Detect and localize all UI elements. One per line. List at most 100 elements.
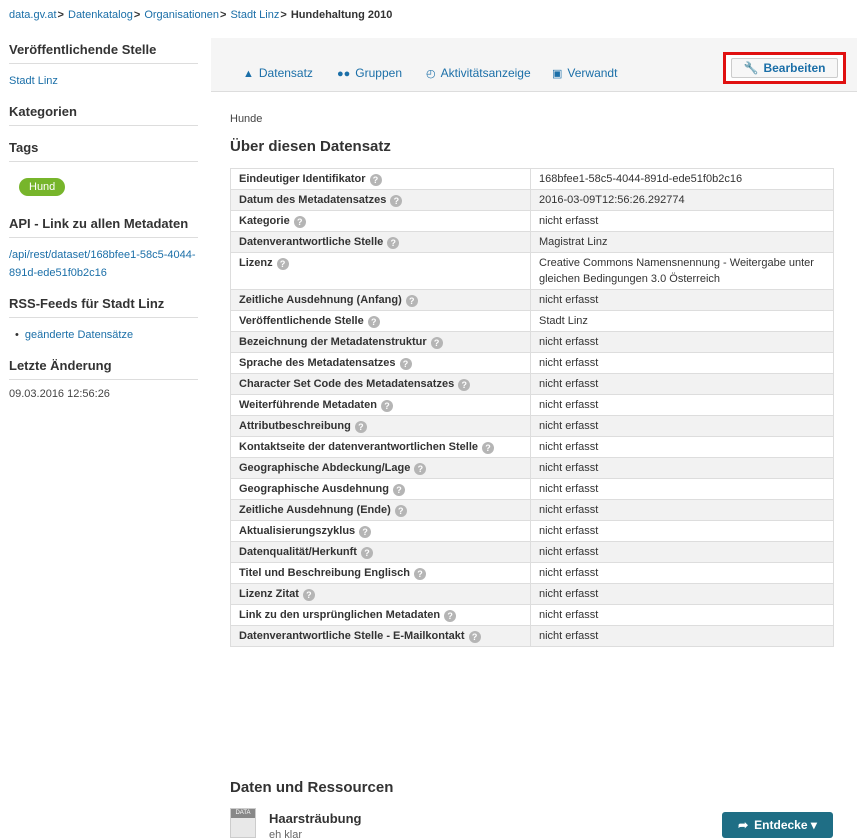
- table-row: Datenverantwortliche Stelle - E-Mailkont…: [230, 625, 834, 647]
- help-icon[interactable]: ?: [380, 400, 393, 412]
- table-row: Lizenz? Creative Commons Namensnennung - …: [230, 252, 834, 290]
- metadata-key: Zeitliche Ausdehnung (Ende)?: [230, 499, 531, 521]
- breadcrumb-current: Hundehaltung 2010: [290, 9, 393, 21]
- breadcrumb-organisations[interactable]: Organisationen: [144, 9, 219, 21]
- help-icon[interactable]: ?: [359, 526, 372, 538]
- table-row: Bezeichnung der Metadatenstruktur? nicht …: [230, 331, 834, 353]
- tab-dataset-label: Datensatz: [258, 66, 313, 80]
- tab-dataset[interactable]: ▲ Datensatz: [243, 66, 313, 80]
- table-row: Geographische Ausdehnung? nicht erfasst: [230, 478, 834, 500]
- metadata-key: Zeitliche Ausdehnung (Anfang)?: [230, 289, 531, 311]
- metadata-value: nicht erfasst: [530, 499, 834, 521]
- metadata-key: Sprache des Metadatensatzes?: [230, 352, 531, 374]
- metadata-value: nicht erfasst: [530, 562, 834, 584]
- table-row: Kategorie? nicht erfasst: [230, 210, 834, 232]
- metadata-value: nicht erfasst: [530, 541, 834, 563]
- tab-groups[interactable]: ●● Gruppen: [337, 66, 402, 80]
- metadata-key: Titel und Beschreibung Englisch?: [230, 562, 531, 584]
- help-icon[interactable]: ?: [390, 195, 403, 207]
- metadata-value: Creative Commons Namensnennung - Weiterg…: [530, 252, 834, 290]
- help-icon[interactable]: ?: [360, 547, 373, 559]
- metadata-key-label: Bezeichnung der Metadatenstruktur: [239, 336, 427, 348]
- metadata-key: Datenverantwortliche Stelle - E-Mailkont…: [230, 625, 531, 647]
- table-row: Veröffentlichende Stelle? Stadt Linz: [230, 310, 834, 332]
- help-icon[interactable]: ?: [394, 505, 407, 517]
- help-icon[interactable]: ?: [458, 379, 471, 391]
- metadata-value: nicht erfasst: [530, 520, 834, 542]
- tab-groups-label: Gruppen: [355, 66, 402, 80]
- help-icon[interactable]: ?: [354, 421, 367, 433]
- share-icon: ➦: [738, 818, 749, 832]
- help-icon[interactable]: ?: [444, 610, 457, 622]
- rss-item-link[interactable]: geänderte Datensätze: [25, 329, 133, 341]
- breadcrumb-catalog[interactable]: Datenkatalog: [68, 9, 133, 21]
- tab-activity-label: Aktivitätsanzeige: [440, 66, 531, 80]
- help-icon[interactable]: ?: [369, 174, 382, 186]
- metadata-key-label: Eindeutiger Identifikator: [239, 173, 366, 185]
- metadata-key-label: Datenqualität/Herkunft: [239, 546, 357, 558]
- help-icon[interactable]: ?: [430, 337, 443, 349]
- metadata-value: nicht erfasst: [530, 289, 834, 311]
- help-icon[interactable]: ?: [405, 295, 418, 307]
- tag-hund[interactable]: Hund: [19, 178, 66, 196]
- metadata-key-label: Zeitliche Ausdehnung (Ende): [239, 504, 391, 516]
- help-icon[interactable]: ?: [392, 484, 405, 496]
- help-icon[interactable]: ?: [387, 237, 400, 249]
- metadata-table: Eindeutiger Identifikator? 168bfee1-58c5-…: [230, 168, 834, 647]
- help-icon[interactable]: ?: [468, 631, 481, 643]
- help-icon[interactable]: ?: [414, 463, 427, 475]
- tab-activity[interactable]: ◴ Aktivitätsanzeige: [426, 66, 531, 80]
- data-file-icon: DATA: [230, 808, 256, 838]
- metadata-key: Lizenz?: [230, 252, 531, 290]
- table-row: Link zu den ursprünglichen Metadaten? nic…: [230, 604, 834, 626]
- metadata-key-label: Datum des Metadatensatzes: [239, 194, 387, 206]
- metadata-value: nicht erfasst: [530, 478, 834, 500]
- metadata-key: Datenverantwortliche Stelle?: [230, 231, 531, 253]
- help-icon[interactable]: ?: [413, 568, 426, 580]
- last-change-value: 09.03.2016 12:56:26: [9, 388, 110, 400]
- metadata-key-label: Weiterführende Metadaten: [239, 399, 377, 411]
- table-row: Weiterführende Metadaten? nicht erfasst: [230, 394, 834, 416]
- clock-icon: ◴: [426, 68, 436, 80]
- table-row: Datum des Metadatensatzes? 2016-03-09T12:…: [230, 189, 834, 211]
- help-icon[interactable]: ?: [399, 358, 412, 370]
- metadata-value: nicht erfasst: [530, 583, 834, 605]
- publisher-link[interactable]: Stadt Linz: [9, 75, 58, 87]
- edit-button[interactable]: 🔧 Bearbeiten: [731, 58, 838, 78]
- help-icon[interactable]: ?: [367, 316, 380, 328]
- help-icon[interactable]: ?: [302, 589, 315, 601]
- help-icon[interactable]: ?: [276, 258, 289, 270]
- resource-description: eh klar: [269, 829, 303, 838]
- metadata-key-label: Attributbeschreibung: [239, 420, 351, 432]
- metadata-key: Kategorie?: [230, 210, 531, 232]
- breadcrumb-separator: >: [219, 9, 227, 21]
- resources-heading: Daten und Ressourcen: [230, 779, 394, 796]
- table-row: Datenverantwortliche Stelle? Magistrat Li…: [230, 231, 834, 253]
- metadata-key-label: Character Set Code des Metadatensatzes: [239, 378, 455, 390]
- metadata-key-label: Kategorie: [239, 215, 290, 227]
- breadcrumb-home[interactable]: data.gv.at: [9, 9, 57, 21]
- sitemap-icon: ▲: [243, 68, 254, 80]
- wrench-icon: 🔧: [743, 61, 759, 75]
- dataset-category: Hunde: [230, 113, 263, 125]
- metadata-key: Weiterführende Metadaten?: [230, 394, 531, 416]
- metadata-key: Geographische Abdeckung/Lage?: [230, 457, 531, 479]
- tab-bar: ▲ Datensatz ●● Gruppen ◴ Aktivitätsanzeige …: [211, 38, 857, 92]
- metadata-key: Geographische Ausdehnung?: [230, 478, 531, 500]
- metadata-value: nicht erfasst: [530, 394, 834, 416]
- explore-button[interactable]: ➦ Entdecke ▾: [722, 812, 833, 838]
- rss-heading: RSS-Feeds für Stadt Linz: [9, 296, 198, 318]
- breadcrumb-org[interactable]: Stadt Linz: [230, 9, 279, 21]
- resource-name[interactable]: Haarsträubung: [269, 811, 361, 826]
- group-icon: ●●: [337, 68, 351, 80]
- api-link[interactable]: /api/rest/dataset/168bfee1-58c5-4044-891…: [9, 246, 198, 282]
- metadata-value: nicht erfasst: [530, 625, 834, 647]
- table-row: Aktualisierungszyklus? nicht erfasst: [230, 520, 834, 542]
- table-row: Zeitliche Ausdehnung (Ende)? nicht erfass…: [230, 499, 834, 521]
- metadata-key: Eindeutiger Identifikator?: [230, 168, 531, 190]
- caret-down-icon: ▾: [810, 818, 817, 832]
- metadata-key: Kontaktseite der datenverantwortlichen S…: [230, 436, 531, 458]
- help-icon[interactable]: ?: [482, 442, 495, 454]
- help-icon[interactable]: ?: [293, 216, 306, 228]
- tab-related[interactable]: ▣ Verwandt: [552, 66, 617, 80]
